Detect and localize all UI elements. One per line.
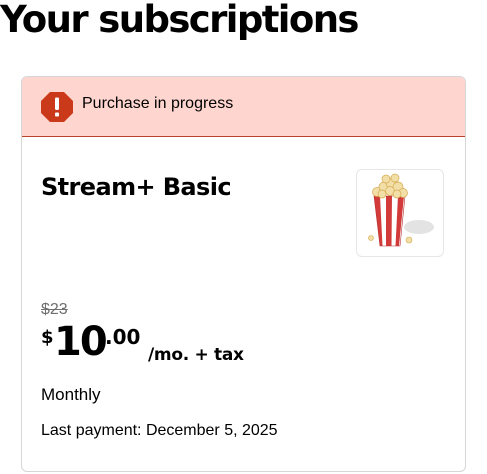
price-currency: $	[41, 327, 54, 348]
plan-image	[356, 169, 444, 257]
purchase-status-banner: Purchase in progress	[22, 77, 465, 137]
last-payment: Last payment: December 5, 2025	[41, 422, 278, 439]
price-period: /mo. + tax	[148, 345, 244, 365]
warning-octagon-icon	[40, 91, 74, 123]
price-cents: .00	[105, 325, 141, 349]
price-dollars: 10	[54, 319, 108, 365]
billing-cycle: Monthly	[41, 385, 101, 404]
original-price: $23	[41, 301, 68, 318]
subscriptions-page: Your subscriptions Purchase in progress …	[0, 0, 487, 474]
subscription-card: Purchase in progress Stream+ Basic $23 $…	[21, 76, 466, 472]
popcorn-icon	[368, 173, 434, 247]
page-title: Your subscriptions	[0, 0, 359, 41]
purchase-status-text: Purchase in progress	[82, 95, 234, 112]
plan-name: Stream+ Basic	[41, 173, 232, 201]
